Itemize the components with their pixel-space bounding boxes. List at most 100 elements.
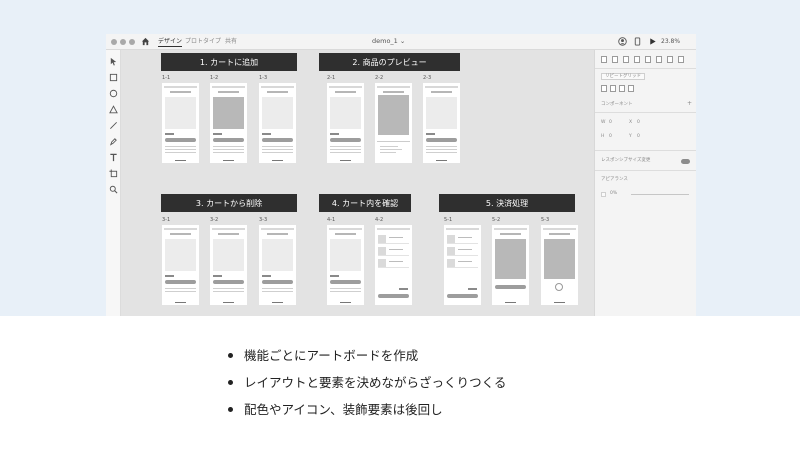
align-top-icon[interactable]	[645, 56, 651, 63]
artboard-label: 5-3	[541, 217, 550, 223]
boolean-intersect-icon[interactable]	[619, 85, 625, 92]
add-component-icon[interactable]: +	[687, 101, 692, 107]
artboard-5-2[interactable]	[492, 225, 529, 305]
window-minimize-button[interactable]	[120, 39, 126, 45]
align-center-icon[interactable]	[612, 56, 618, 63]
product-image-placeholder	[426, 97, 457, 129]
product-image-placeholder	[165, 239, 196, 271]
align-bottom-icon[interactable]	[667, 56, 673, 63]
price-placeholder	[165, 133, 174, 135]
document-title[interactable]: demo_1 ⌄	[372, 37, 405, 46]
artboard-label: 3-3	[259, 217, 268, 223]
cart-row-text	[458, 249, 472, 250]
boolean-add-icon[interactable]	[601, 85, 607, 92]
price-placeholder	[262, 133, 271, 135]
description-line	[262, 152, 293, 153]
artboard-3-1[interactable]	[162, 225, 199, 305]
status-bar	[261, 86, 294, 88]
artboard-1-3[interactable]	[259, 83, 296, 163]
description-line	[426, 152, 457, 153]
ellipse-tool-icon[interactable]	[109, 89, 118, 98]
zoom-tool-icon[interactable]	[109, 185, 118, 194]
artboard-5-1[interactable]	[444, 225, 481, 305]
cart-row	[378, 258, 409, 268]
artboard-label: 1-3	[259, 75, 268, 81]
home-indicator	[175, 302, 186, 303]
h-value[interactable]: 0	[609, 134, 612, 140]
section-title: 4. カート内を確認	[331, 198, 399, 208]
y-label: Y	[629, 134, 632, 139]
line-tool-icon[interactable]	[109, 121, 118, 130]
cart-row	[447, 258, 478, 268]
window-zoom-button[interactable]	[129, 39, 135, 45]
pen-tool-icon[interactable]	[109, 137, 118, 146]
home-indicator	[223, 302, 234, 303]
w-value[interactable]: 0	[609, 120, 612, 126]
section-title: 5. 決済処理	[485, 198, 529, 208]
artboard-tool-icon[interactable]	[109, 169, 118, 178]
artboard-2-1[interactable]	[327, 83, 364, 163]
boolean-exclude-icon[interactable]	[628, 85, 634, 92]
product-title	[218, 233, 239, 235]
boolean-subtract-icon[interactable]	[610, 85, 616, 92]
cart-row-text	[389, 249, 403, 250]
zoom-level[interactable]: 23.8%	[661, 37, 680, 46]
artboard-3-2[interactable]	[210, 225, 247, 305]
window-close-button[interactable]	[111, 39, 117, 45]
align-right-icon[interactable]	[623, 56, 629, 63]
opacity-slider[interactable]	[631, 194, 689, 195]
artboard-2-2[interactable]	[375, 83, 412, 163]
device-preview-icon[interactable]	[633, 37, 642, 46]
total-price	[399, 288, 408, 290]
design-canvas[interactable]: 1. カートに追加 2. 商品のプレビュー 3. カートから削除 4. カート内…	[121, 50, 594, 316]
total-price	[468, 288, 477, 290]
appearance-label: アピアランス	[601, 177, 628, 182]
description-line	[262, 291, 293, 292]
cart-row-text	[389, 237, 403, 238]
cart-row	[447, 246, 478, 256]
cart-row	[378, 246, 409, 256]
tab-design[interactable]: デザイン	[158, 37, 183, 47]
description-line	[213, 288, 244, 289]
distribute-icon[interactable]	[634, 56, 640, 63]
bullet-item: 機能ごとにアートボードを作成	[228, 345, 628, 367]
play-icon[interactable]	[648, 37, 657, 46]
artboard-5-3[interactable]	[541, 225, 578, 305]
y-value[interactable]: 0	[637, 134, 640, 140]
tab-share[interactable]: 共有	[225, 37, 237, 46]
artboard-1-1[interactable]	[162, 83, 199, 163]
cart-row-text	[389, 261, 403, 262]
artboard-1-2[interactable]	[210, 83, 247, 163]
distribute-vertical-icon[interactable]	[678, 56, 684, 63]
artboard-label: 5-1	[444, 217, 453, 223]
description-line	[330, 149, 361, 150]
description-line	[330, 291, 361, 292]
artboard-2-3[interactable]	[423, 83, 460, 163]
section-header-check-cart: 4. カート内を確認	[319, 194, 411, 212]
section-title: 2. 商品のプレビュー	[352, 57, 427, 67]
opacity-value[interactable]: 0%	[610, 191, 617, 197]
home-icon[interactable]	[141, 37, 150, 46]
text-tool-icon[interactable]	[109, 153, 118, 162]
section-header-remove-from-cart: 3. カートから削除	[161, 194, 297, 212]
artboard-4-1[interactable]	[327, 225, 364, 305]
tab-prototype[interactable]: プロトタイプ	[185, 37, 221, 46]
payment-complete-icon	[555, 283, 563, 291]
add-to-cart-button	[213, 138, 244, 142]
align-middle-icon[interactable]	[656, 56, 662, 63]
select-tool-icon[interactable]	[109, 57, 118, 66]
artboard-label: 4-2	[375, 217, 384, 223]
x-value[interactable]: 0	[637, 120, 640, 126]
rectangle-tool-icon[interactable]	[109, 73, 118, 82]
artboard-3-3[interactable]	[259, 225, 296, 305]
checkout-button	[378, 294, 409, 298]
align-left-icon[interactable]	[601, 56, 607, 63]
user-icon[interactable]	[618, 37, 627, 46]
opacity-icon[interactable]	[601, 192, 606, 197]
repeat-grid-button[interactable]: リピートグリッド	[601, 73, 645, 80]
artboard-4-2[interactable]	[375, 225, 412, 305]
product-image-placeholder	[262, 239, 293, 271]
responsive-resize-toggle[interactable]	[681, 159, 690, 164]
polygon-tool-icon[interactable]	[109, 105, 118, 114]
status-bar	[261, 228, 294, 230]
